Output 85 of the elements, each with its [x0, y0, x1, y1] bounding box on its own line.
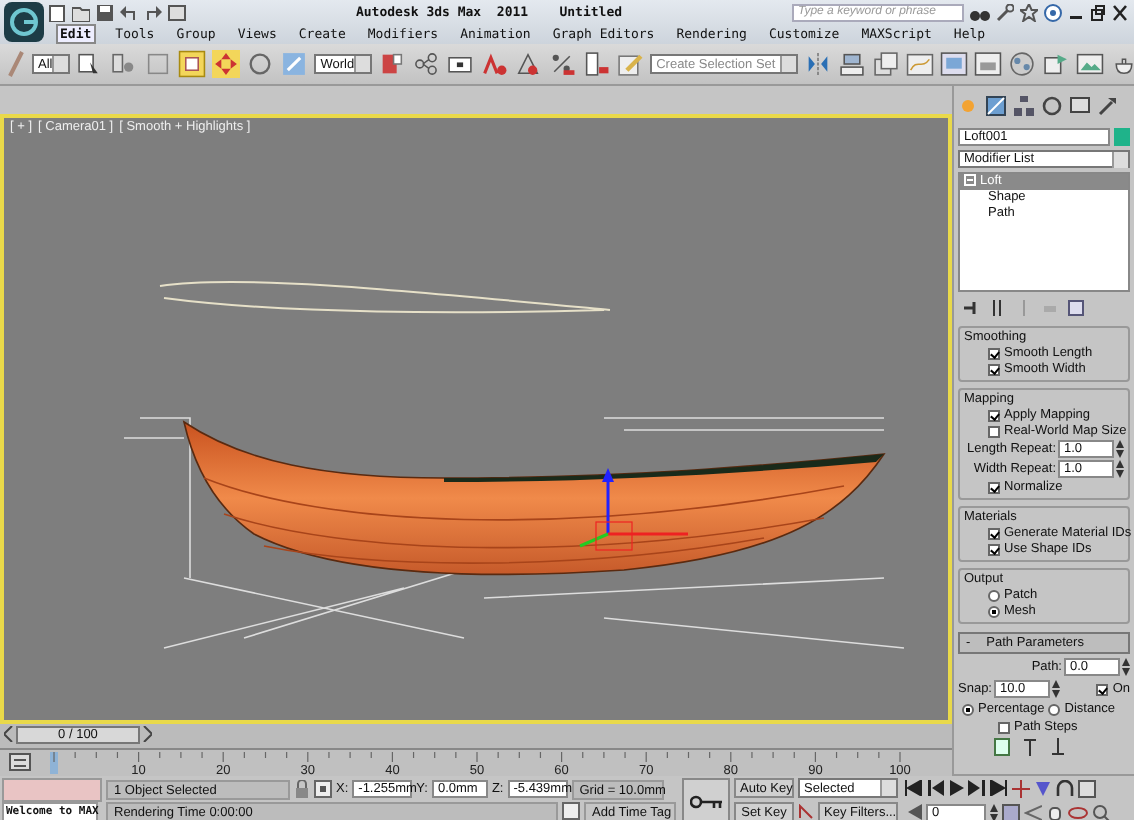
key-tool-icon[interactable] — [996, 3, 1014, 21]
app-logo-icon[interactable] — [4, 2, 44, 42]
radio-button[interactable] — [988, 605, 1000, 617]
schematic-view-icon[interactable] — [940, 50, 969, 78]
modify-tab-icon[interactable] — [986, 96, 1006, 116]
next-frame-icon[interactable] — [142, 726, 152, 742]
previous-shape-icon[interactable] — [1022, 738, 1038, 756]
time-tag-icon[interactable] — [562, 802, 580, 820]
move-icon[interactable] — [212, 50, 241, 78]
checkbox[interactable] — [988, 425, 1000, 437]
pan-icon[interactable] — [1012, 779, 1030, 797]
material-spheres-icon[interactable] — [1008, 50, 1037, 78]
curve-editor-icon[interactable] — [906, 50, 935, 78]
close-icon[interactable] — [1112, 3, 1128, 21]
next-shape-icon[interactable] — [1050, 738, 1066, 756]
key-mode-icon[interactable] — [798, 804, 814, 820]
layer-manager-icon[interactable] — [872, 50, 901, 78]
previous-frame-icon[interactable] — [4, 726, 14, 742]
maximize-viewport-icon[interactable] — [1078, 779, 1096, 797]
time-config-icon[interactable] — [904, 804, 922, 820]
key-icon — [690, 793, 722, 809]
undo-icon[interactable] — [120, 3, 138, 21]
pivot-icon[interactable] — [378, 50, 407, 78]
project-folder-icon[interactable] — [168, 3, 186, 21]
link-nodes-icon[interactable] — [412, 50, 441, 78]
go-to-end-icon[interactable] — [990, 780, 1008, 796]
render-setup-icon[interactable] — [1042, 50, 1071, 78]
checkbox[interactable] — [988, 347, 1000, 359]
angle-snap-icon[interactable] — [514, 50, 543, 78]
configure-sets-icon[interactable] — [1068, 300, 1084, 316]
zoom-region-icon[interactable] — [1092, 803, 1110, 820]
snap-icon[interactable] — [480, 50, 509, 78]
new-file-icon[interactable] — [48, 3, 66, 21]
absolute-mode-icon[interactable] — [314, 780, 332, 798]
percent-snap-icon[interactable] — [548, 50, 577, 78]
checkbox[interactable] — [988, 527, 1000, 539]
radio-button[interactable] — [988, 589, 1000, 601]
pick-shape-icon[interactable] — [994, 738, 1010, 756]
spinner-arrows-icon[interactable] — [1116, 440, 1124, 458]
utilities-tab-icon[interactable] — [1098, 96, 1118, 116]
checkbox[interactable] — [988, 481, 1000, 493]
restore-icon[interactable] — [1090, 3, 1106, 21]
spinner-arrows-icon[interactable] — [1122, 658, 1130, 676]
save-icon[interactable] — [96, 3, 114, 21]
track-bar-toggle-icon[interactable] — [9, 753, 31, 771]
select-by-name-icon[interactable] — [110, 50, 139, 78]
next-key-icon[interactable] — [968, 780, 986, 796]
play-icon[interactable] — [948, 780, 964, 796]
object-color-swatch[interactable] — [1114, 128, 1130, 146]
previous-key-icon[interactable] — [926, 780, 944, 796]
help-icon[interactable] — [1044, 3, 1062, 21]
material-editor-icon[interactable] — [974, 50, 1003, 78]
star-icon[interactable] — [1020, 3, 1038, 21]
checkbox[interactable] — [988, 363, 1000, 375]
rendered-frame-icon[interactable] — [1076, 50, 1105, 78]
checkbox[interactable] — [1096, 683, 1109, 695]
collapse-icon[interactable] — [964, 174, 976, 187]
checkbox[interactable] — [998, 721, 1010, 733]
spinner-arrows-icon[interactable] — [1116, 460, 1124, 478]
mirror-icon[interactable] — [804, 50, 833, 78]
show-end-result-icon[interactable] — [990, 300, 1006, 316]
radio-button[interactable] — [962, 703, 974, 715]
zoom-extents-icon[interactable] — [1002, 803, 1020, 820]
edit-named-sets-icon[interactable] — [616, 50, 645, 78]
orbit-ring-icon[interactable] — [1068, 803, 1088, 820]
hierarchy-tab-icon[interactable] — [1014, 96, 1034, 116]
display-tab-icon[interactable] — [1070, 96, 1090, 116]
listener-input[interactable] — [2, 778, 102, 802]
spinner-arrows-icon[interactable] — [990, 803, 998, 820]
motion-tab-icon[interactable] — [1042, 96, 1062, 116]
checkbox[interactable] — [988, 409, 1000, 421]
set-key-large-button[interactable] — [682, 778, 730, 820]
spinner-arrows-icon[interactable] — [1052, 680, 1060, 698]
time-marker[interactable] — [50, 752, 58, 774]
window-crossing-icon[interactable] — [178, 50, 207, 78]
redo-icon[interactable] — [144, 3, 162, 21]
lock-icon[interactable] — [294, 780, 310, 798]
field-of-view-icon[interactable] — [1024, 803, 1042, 820]
rotate-icon[interactable] — [246, 50, 275, 78]
spinner-snap-icon[interactable] — [582, 50, 611, 78]
radio-button[interactable] — [1048, 703, 1061, 715]
go-to-start-icon[interactable] — [904, 780, 922, 796]
pin-stack-icon[interactable] — [964, 300, 980, 316]
checkbox[interactable] — [988, 543, 1000, 555]
align-icon[interactable] — [838, 50, 867, 78]
